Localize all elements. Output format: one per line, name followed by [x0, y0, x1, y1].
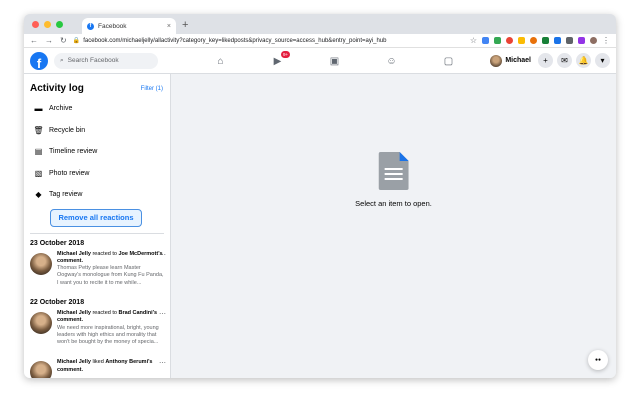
archive-icon: ▬ — [34, 104, 43, 114]
photo-review-icon: ▧ — [34, 168, 43, 178]
extension-icon[interactable] — [482, 37, 489, 44]
filter-link[interactable]: Filter (1) — [141, 86, 163, 92]
tag-icon: ◆ — [35, 190, 42, 200]
sidebar-item-photo-review[interactable]: ▧ Photo review — [24, 163, 170, 185]
extension-icon[interactable] — [506, 37, 513, 44]
facebook-header: f ⌕ Search Facebook ⌂ ▶ 9+ ▣ ☺ ▢ Michael… — [24, 48, 616, 74]
back-icon[interactable]: ← — [30, 36, 38, 45]
window-controls — [32, 21, 63, 28]
document-icon — [378, 152, 409, 190]
entry-actor: Michael Jelly — [57, 359, 91, 366]
entry-actor: Michael Jelly — [57, 309, 91, 316]
watch-badge: 9+ — [281, 51, 291, 58]
entry-action: reacted to — [90, 250, 119, 257]
watch-icon[interactable]: ▶ 9+ — [249, 48, 306, 74]
entry-snippet: Thomas Petty please learn Master Oogway'… — [57, 265, 164, 286]
sidebar-item-label: Timeline review — [49, 148, 98, 156]
page-title: Activity log — [30, 83, 84, 94]
trash-icon: 🗑 — [33, 125, 44, 135]
sidebar-item-label: Tag review — [49, 191, 83, 199]
entry-action: liked — [90, 359, 106, 366]
search-placeholder: Search Facebook — [67, 57, 119, 64]
more-options-icon[interactable]: ⋯ — [159, 251, 166, 259]
avatar — [30, 361, 52, 378]
groups-icon[interactable]: ☺ — [363, 48, 420, 74]
date-header: 23 October 2018 — [30, 239, 85, 247]
sidebar-item-tag-review[interactable]: ◆ Tag review — [24, 184, 170, 206]
facebook-logo-icon[interactable]: f — [30, 51, 48, 70]
create-button[interactable]: + — [538, 53, 553, 68]
tab-strip: f Facebook × + — [24, 14, 616, 34]
home-icon[interactable]: ⌂ — [192, 48, 249, 74]
search-icon: ⌕ — [60, 56, 64, 64]
notifications-icon[interactable]: 🔔 — [576, 53, 591, 68]
sidebar-item-timeline-review[interactable]: ▤ Timeline review — [24, 141, 170, 163]
extension-icon[interactable] — [566, 37, 573, 44]
profile-name: Michael — [505, 57, 531, 64]
gaming-icon[interactable]: ▢ — [420, 48, 477, 74]
browser-menu-icon[interactable]: ⋮ — [602, 36, 610, 45]
browser-tab[interactable]: f Facebook × — [82, 18, 176, 34]
list-item[interactable]: Michael Jelly reacted to Joe McDermott's… — [24, 251, 170, 287]
avatar — [30, 252, 52, 275]
maximize-window-button[interactable] — [56, 21, 63, 28]
new-tab-button[interactable]: + — [182, 19, 188, 31]
marketplace-icon[interactable]: ▣ — [306, 48, 363, 74]
extension-icon[interactable] — [554, 37, 561, 44]
sidebar-item-label: Archive — [49, 105, 73, 113]
extension-icon[interactable] — [518, 37, 525, 44]
entry-snippet: We need more inspirational, bright, youn… — [57, 324, 159, 346]
bookmark-star-icon[interactable]: ☆ — [470, 36, 477, 45]
address-bar[interactable]: 🔒 facebook.com/michaeljelly/allactivity?… — [73, 35, 464, 46]
browser-toolbar: ← → ↻ 🔒 facebook.com/michaeljelly/allact… — [24, 34, 616, 48]
entry-action: reacted to — [90, 309, 119, 316]
profile-avatar-icon[interactable] — [590, 37, 597, 44]
sidebar-item-recycle-bin[interactable]: 🗑 Recycle bin — [24, 120, 170, 142]
minimize-window-button[interactable] — [44, 21, 51, 28]
tab-title: Facebook — [98, 22, 127, 30]
more-options-icon[interactable]: ⋯ — [159, 359, 166, 367]
extensions-bar: ☆ ⋮ — [470, 36, 610, 45]
close-window-button[interactable] — [32, 21, 39, 28]
sidebar-item-label: Recycle bin — [49, 126, 86, 134]
remove-all-reactions-button[interactable]: Remove all reactions — [50, 208, 142, 227]
date-header: 22 October 2018 — [30, 298, 85, 306]
extension-icon[interactable] — [578, 37, 585, 44]
search-input[interactable]: ⌕ Search Facebook — [54, 52, 158, 69]
messenger-icon[interactable]: ✉ — [557, 53, 572, 68]
timeline-review-icon: ▤ — [34, 147, 43, 157]
forward-icon[interactable]: → — [45, 36, 53, 45]
browser-window: f Facebook × + ← → ↻ 🔒 facebook.com/mich… — [24, 14, 616, 378]
reload-icon[interactable]: ↻ — [60, 36, 67, 45]
help-icon[interactable]: ●● — [588, 350, 608, 370]
extension-icon[interactable] — [494, 37, 501, 44]
more-options-icon[interactable]: ⋯ — [159, 310, 166, 318]
entry-actor: Michael Jelly — [57, 250, 91, 257]
lock-icon: 🔒 — [72, 38, 81, 44]
list-item[interactable]: Michael Jelly reacted to Brad Candini's … — [24, 310, 170, 346]
extension-icon[interactable] — [542, 37, 549, 44]
avatar — [490, 54, 503, 67]
sidebar-item-label: Photo review — [49, 169, 90, 177]
main-nav: ⌂ ▶ 9+ ▣ ☺ ▢ — [192, 48, 477, 74]
facebook-favicon-icon: f — [87, 22, 94, 30]
list-item[interactable]: Michael Jelly liked Anthony Berumi's com… — [24, 359, 170, 378]
sidebar-item-archive[interactable]: ▬ Archive — [24, 98, 170, 120]
url-text: facebook.com/michaeljelly/allactivity?ca… — [83, 37, 387, 44]
tab-close-icon[interactable]: × — [167, 23, 171, 30]
empty-state-text: Select an item to open. — [355, 199, 432, 208]
account-menu-icon[interactable]: ▾ — [595, 53, 610, 68]
profile-link[interactable]: Michael — [490, 54, 531, 67]
detail-pane: Select an item to open. ●● — [171, 74, 616, 378]
activity-log-sidebar: Activity log Filter (1) ▬ Archive 🗑 Recy… — [24, 74, 171, 378]
extension-icon[interactable] — [530, 37, 537, 44]
avatar — [30, 311, 52, 334]
